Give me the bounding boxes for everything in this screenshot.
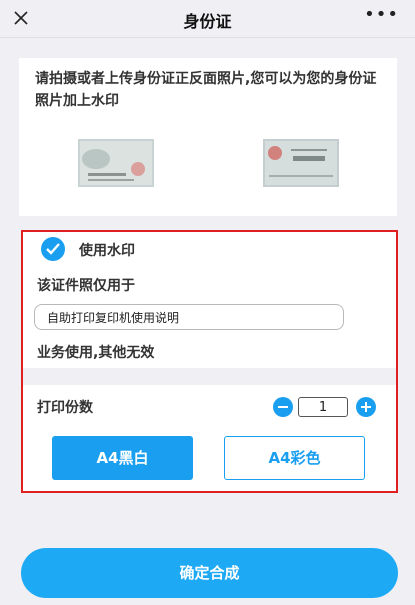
- decrease-copies-button[interactable]: [273, 397, 293, 417]
- increase-copies-button[interactable]: [356, 397, 376, 417]
- watermark-footer-label: 业务使用,其他无效: [37, 345, 155, 361]
- print-section: 打印份数 A4黑白 A4彩色: [23, 385, 396, 491]
- intro-instruction: 请拍摄或者上传身份证正反面照片,您可以为您的身份证照片加上水印: [35, 71, 377, 109]
- id-front-photo[interactable]: [263, 139, 339, 187]
- confirm-compose-button[interactable]: 确定合成: [21, 548, 398, 598]
- a4-black-white-button[interactable]: A4黑白: [52, 436, 193, 480]
- watermark-print-panel: 使用水印 该证件照仅用于 业务使用,其他无效 打印份数 A4黑白 A4彩色: [21, 230, 398, 493]
- copies-quantity-input[interactable]: [298, 397, 348, 417]
- top-bar: 身份证 •••: [0, 0, 415, 38]
- watermark-usage-label: 该证件照仅用于: [37, 278, 135, 294]
- copies-label: 打印份数: [37, 400, 93, 416]
- section-divider: [23, 368, 396, 385]
- intro-card: 请拍摄或者上传身份证正反面照片,您可以为您的身份证照片加上水印: [19, 58, 397, 216]
- watermark-text-input[interactable]: [34, 304, 344, 330]
- a4-color-button[interactable]: A4彩色: [224, 436, 365, 480]
- page-title: 身份证: [183, 12, 232, 31]
- watermark-section: 使用水印 该证件照仅用于 业务使用,其他无效: [23, 232, 396, 368]
- watermark-checkbox[interactable]: [41, 237, 65, 261]
- id-back-photo[interactable]: [78, 139, 154, 187]
- checkmark-icon: [46, 243, 60, 255]
- watermark-enable-label: 使用水印: [79, 243, 135, 259]
- more-options-icon[interactable]: •••: [364, 4, 399, 25]
